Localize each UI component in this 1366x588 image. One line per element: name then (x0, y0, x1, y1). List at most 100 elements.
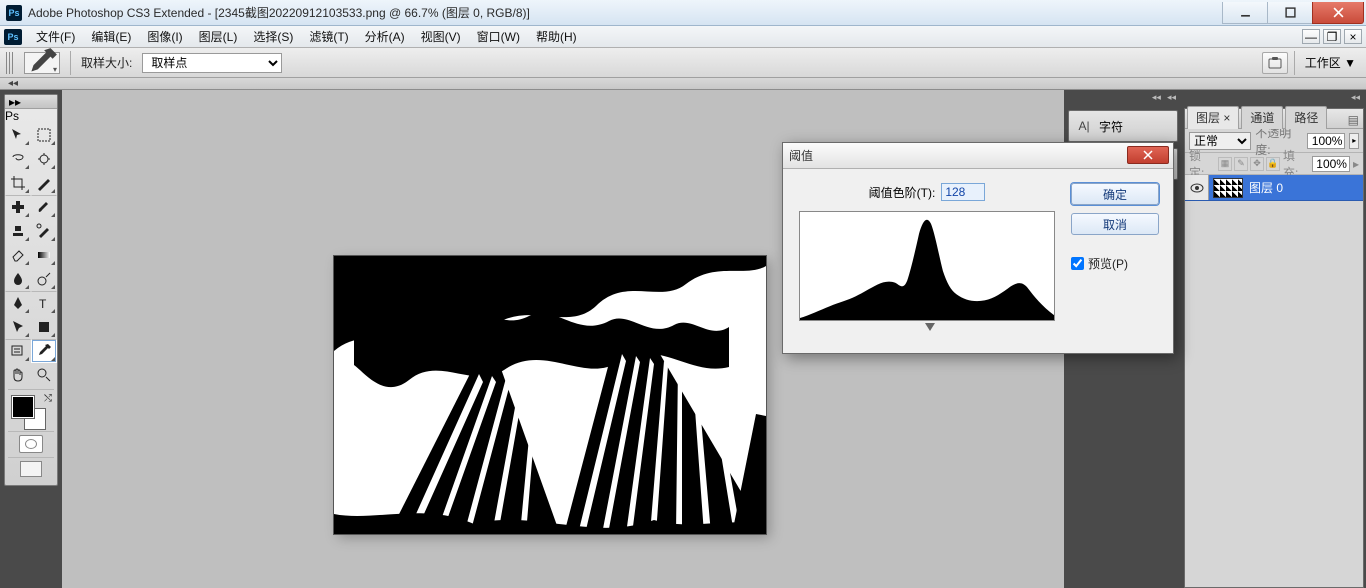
tab-channels[interactable]: 通道 (1241, 106, 1283, 129)
marquee-tool[interactable] (31, 123, 57, 147)
divider (1294, 51, 1295, 75)
lock-all-icon[interactable]: 🔒 (1266, 157, 1280, 171)
menu-view[interactable]: 视图(V) (413, 26, 469, 47)
menu-bar: Ps 文件(F) 编辑(E) 图像(I) 图层(L) 选择(S) 滤镜(T) 分… (0, 26, 1366, 48)
menu-help[interactable]: 帮助(H) (528, 26, 585, 47)
preview-checkbox-label[interactable]: 预览(P) (1071, 255, 1159, 272)
type-tool[interactable]: T (31, 291, 57, 315)
menu-file[interactable]: 文件(F) (28, 26, 83, 47)
ok-button[interactable]: 确定 (1071, 183, 1159, 205)
healing-tool[interactable] (5, 195, 31, 219)
slice-tool[interactable] (31, 171, 57, 195)
close-icon (1143, 150, 1153, 160)
palette-well: ◂◂ (0, 78, 1366, 90)
menu-edit[interactable]: 编辑(E) (83, 26, 139, 47)
lock-position-icon[interactable]: ✥ (1250, 157, 1264, 171)
threshold-dialog: 阈值 阈值色阶(T): 确定 取消 预览(P) (782, 142, 1174, 354)
menu-image[interactable]: 图像(I) (139, 26, 190, 47)
dialog-close-button[interactable] (1127, 146, 1169, 164)
blur-tool[interactable] (5, 267, 31, 291)
ps-logo-icon: Ps (4, 29, 22, 45)
eye-icon (1190, 183, 1204, 193)
hand-tool[interactable] (5, 363, 31, 387)
ps-logo-icon: Ps (5, 109, 57, 123)
lock-pixels-icon[interactable]: ✎ (1234, 157, 1248, 171)
options-grip[interactable] (6, 52, 14, 74)
window-maximize-button[interactable] (1267, 2, 1313, 24)
svg-text:T: T (39, 297, 47, 311)
notes-tool[interactable] (5, 339, 31, 363)
dialog-title: 阈值 (789, 147, 813, 164)
doc-close-button[interactable]: × (1344, 29, 1362, 44)
menu-window[interactable]: 窗口(W) (469, 26, 528, 47)
window-minimize-button[interactable] (1222, 2, 1268, 24)
layer-list: 图层 0 (1185, 175, 1363, 587)
toolbox-header[interactable]: ▸▸ (5, 95, 57, 109)
tab-layers[interactable]: 图层 × (1187, 106, 1239, 129)
bridge-icon (1268, 56, 1282, 70)
fill-input[interactable] (1312, 156, 1350, 172)
tab-paths[interactable]: 路径 (1285, 106, 1327, 129)
brush-tool[interactable] (31, 195, 57, 219)
eraser-tool[interactable] (5, 243, 31, 267)
dodge-tool[interactable] (31, 267, 57, 291)
gradient-tool[interactable] (31, 243, 57, 267)
go-to-bridge-button[interactable] (1262, 52, 1288, 74)
menu-layer[interactable]: 图层(L) (191, 26, 246, 47)
layer-name[interactable]: 图层 0 (1247, 179, 1283, 196)
layer-thumbnail[interactable] (1213, 178, 1243, 198)
layer-row[interactable]: 图层 0 (1185, 175, 1363, 201)
preview-checkbox[interactable] (1071, 257, 1084, 270)
screen-mode-button[interactable] (20, 461, 42, 477)
app-icon: Ps (6, 5, 22, 21)
pen-tool[interactable] (5, 291, 31, 315)
layers-panel: 图层 × 通道 路径 ▤ 正常 不透明度: ▸ 锁定: ▦ ✎ ✥ (1184, 108, 1364, 588)
quick-select-tool[interactable] (31, 147, 57, 171)
slider-thumb-icon[interactable] (925, 323, 935, 331)
opacity-input[interactable] (1307, 133, 1345, 149)
tool-preset-picker[interactable] (24, 52, 60, 74)
divider (70, 51, 71, 75)
dock-arrows-icon[interactable]: ◂◂ (1167, 92, 1176, 106)
foreground-swatch[interactable] (12, 396, 34, 418)
crop-tool[interactable] (5, 171, 31, 195)
sample-size-label: 取样大小: (81, 54, 132, 71)
stamp-tool[interactable] (5, 219, 31, 243)
menu-filter[interactable]: 滤镜(T) (301, 26, 356, 47)
lasso-tool[interactable] (5, 147, 31, 171)
doc-restore-button[interactable]: ❐ (1323, 29, 1341, 44)
quick-mask-toggle[interactable] (8, 431, 54, 455)
eyedropper-icon (25, 46, 59, 80)
color-swatches: ⤭ (8, 389, 54, 429)
chevrons-icon[interactable]: ◂◂ (8, 78, 18, 89)
move-tool[interactable] (5, 123, 31, 147)
sample-size-select[interactable]: 取样点 (142, 53, 282, 73)
doc-minimize-button[interactable]: — (1302, 29, 1320, 44)
fill-flyout[interactable]: ▸ (1353, 157, 1359, 171)
histogram (799, 211, 1055, 321)
panel-menu-icon[interactable]: ▤ (1348, 113, 1359, 127)
threshold-level-input[interactable] (941, 183, 985, 201)
cancel-button[interactable]: 取消 (1071, 213, 1159, 235)
shape-tool[interactable] (31, 315, 57, 339)
path-select-tool[interactable] (5, 315, 31, 339)
history-brush-tool[interactable] (31, 219, 57, 243)
toolbox: ▸▸ Ps T (4, 94, 58, 486)
eyedropper-tool[interactable] (31, 339, 57, 363)
workspace-label[interactable]: 工作区 ▼ (1301, 54, 1360, 71)
threshold-slider[interactable] (799, 323, 1055, 335)
threshold-level-label: 阈值色阶(T): (869, 184, 936, 201)
menu-analysis[interactable]: 分析(A) (357, 26, 413, 47)
menu-select[interactable]: 选择(S) (245, 26, 301, 47)
panel-arrows-icon[interactable]: ◂◂ (1351, 92, 1360, 106)
dialog-titlebar[interactable]: 阈值 (783, 143, 1173, 169)
window-close-button[interactable] (1312, 2, 1364, 24)
swap-colors-icon[interactable]: ⤭ (44, 393, 52, 404)
dock-arrows-icon[interactable]: ◂◂ (1152, 92, 1161, 106)
character-panel-collapsed[interactable]: A| 字符 (1068, 110, 1178, 142)
document-canvas[interactable] (334, 256, 766, 534)
visibility-toggle[interactable] (1185, 175, 1209, 200)
zoom-tool[interactable] (31, 363, 57, 387)
opacity-flyout[interactable]: ▸ (1349, 133, 1359, 149)
lock-transparency-icon[interactable]: ▦ (1218, 157, 1232, 171)
